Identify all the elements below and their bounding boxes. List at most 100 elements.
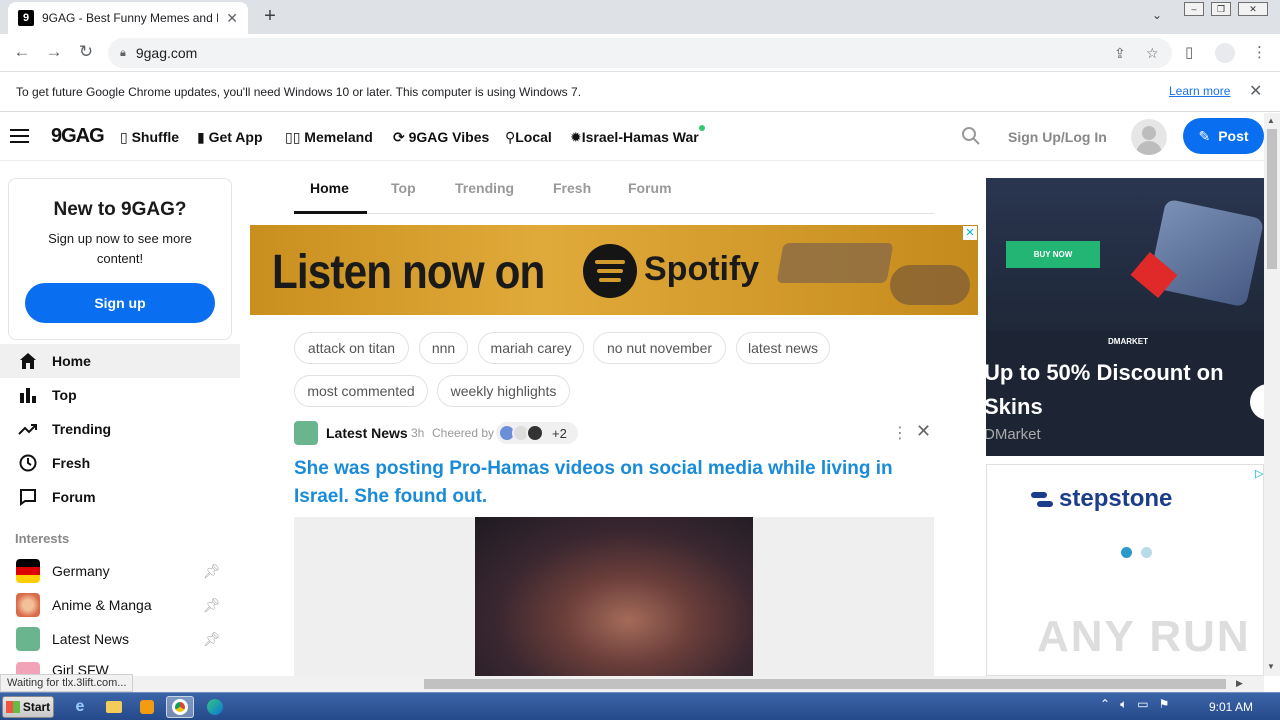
browser-toolbar: ← → ↻ 🔒︎ 9gag.com ⇪ ☆ ▯ ⋮ xyxy=(0,34,1280,72)
share-icon[interactable]: ⇪ xyxy=(1114,45,1126,62)
minimize-button[interactable]: – xyxy=(1184,2,1204,16)
more-options-icon[interactable]: ⋮ xyxy=(892,423,908,443)
cheer-avatars[interactable]: +2 xyxy=(496,422,578,444)
new-user-card: New to 9GAG? Sign up now to see more con… xyxy=(8,178,232,340)
pin-icon[interactable]: 📌︎ xyxy=(203,563,221,580)
post-title[interactable]: She was posting Pro-Hamas videos on soci… xyxy=(294,455,934,511)
edge-icon[interactable] xyxy=(201,696,229,718)
menu-kebab-icon[interactable]: ⋮ xyxy=(1252,43,1267,61)
window-close-button[interactable]: ✕ xyxy=(1238,2,1268,16)
sidebar-item-top[interactable]: Top xyxy=(0,378,240,412)
nav-shuffle[interactable]: ▯ Shuffle xyxy=(120,129,179,146)
chrome-icon[interactable] xyxy=(166,696,194,718)
stepstone-mark-icon xyxy=(1031,492,1053,507)
tab-close-icon[interactable]: ✕ xyxy=(226,10,238,27)
search-icon[interactable] xyxy=(961,126,981,146)
interest-latest-news[interactable]: Latest News 📌︎ xyxy=(0,622,240,656)
interests-heading: Interests xyxy=(15,531,70,546)
explorer-folder-icon[interactable] xyxy=(100,696,128,718)
nav-9gag-vibes[interactable]: ⟳ 9GAG Vibes xyxy=(393,129,489,146)
ad-close-icon[interactable]: ✕ xyxy=(963,226,977,240)
stepstone-logo: stepstone xyxy=(1031,485,1172,513)
pin-icon[interactable]: 📌︎ xyxy=(203,631,221,648)
tab-home[interactable]: Home xyxy=(310,180,349,196)
speaker-icon[interactable]: 🔈︎ xyxy=(1120,697,1127,712)
germany-flag-icon xyxy=(16,559,40,583)
sidebar-item-forum[interactable]: Forum xyxy=(0,480,240,514)
tag-chip[interactable]: nnn xyxy=(419,332,468,364)
flag-icon[interactable]: ⚑ xyxy=(1159,697,1170,712)
clock[interactable]: 9:01 AM xyxy=(1209,700,1253,714)
nav-get-app[interactable]: ▮ Get App xyxy=(197,129,263,146)
spotify-banner-ad[interactable]: Listen now on Spotify ✕ xyxy=(250,225,978,315)
post-time: 3h xyxy=(411,426,425,440)
tab-forum[interactable]: Forum xyxy=(628,180,672,196)
vertical-scrollbar[interactable]: ▲ ▼ xyxy=(1264,113,1280,676)
card-text: Sign up now to see more content! xyxy=(48,231,192,266)
tag-chip[interactable]: no nut november xyxy=(593,332,726,364)
tab-fresh[interactable]: Fresh xyxy=(553,180,591,196)
media-player-icon[interactable] xyxy=(133,696,161,718)
profile-icon[interactable] xyxy=(1215,43,1235,63)
tag-chip[interactable]: attack on titan xyxy=(294,332,409,364)
chat-icon xyxy=(18,488,38,506)
reload-icon[interactable]: ↻ xyxy=(75,42,97,62)
carousel-dot[interactable] xyxy=(1141,547,1152,558)
interest-girl-sfw[interactable]: Girl SFW xyxy=(0,656,240,674)
tag-chip[interactable]: latest news xyxy=(736,332,830,364)
tray-arrow-icon[interactable]: ⌃ xyxy=(1100,697,1110,712)
9gag-favicon-icon: 9 xyxy=(18,10,34,26)
address-bar[interactable]: 🔒︎ 9gag.com ⇪ ☆ xyxy=(108,38,1172,68)
adchoices-icon[interactable]: ▷ xyxy=(1255,467,1263,480)
scroll-up-icon[interactable]: ▲ xyxy=(1267,116,1275,125)
tag-chip[interactable]: most commented xyxy=(294,375,428,407)
forward-icon[interactable]: → xyxy=(43,42,65,62)
sidebar-item-fresh[interactable]: Fresh xyxy=(0,446,240,480)
post-section[interactable]: Latest News xyxy=(326,425,408,441)
ie-icon[interactable]: e xyxy=(66,696,94,718)
back-icon[interactable]: ← xyxy=(11,42,33,62)
new-tab-button[interactable]: + xyxy=(258,5,282,28)
sidebar-item-label: Fresh xyxy=(52,455,91,471)
post-button[interactable]: ✎ Post xyxy=(1183,118,1264,154)
browser-tab[interactable]: 9 9GAG - Best Funny Memes and Breaking N… xyxy=(8,2,248,34)
tab-top[interactable]: Top xyxy=(391,180,416,196)
carousel-dot-active[interactable] xyxy=(1121,547,1132,558)
infobar-close-icon[interactable]: ✕ xyxy=(1249,81,1262,101)
hide-post-icon[interactable]: ✕ xyxy=(916,421,931,442)
site-logo[interactable]: 9GAG xyxy=(51,125,105,148)
post-video[interactable] xyxy=(475,517,753,676)
pin-icon[interactable]: 📌︎ xyxy=(203,597,221,614)
learn-more-link[interactable]: Learn more xyxy=(1169,84,1230,98)
nav-memeland[interactable]: ▯▯ Memeland xyxy=(285,129,373,146)
tag-chip[interactable]: mariah carey xyxy=(478,332,584,364)
horizontal-scrollbar[interactable]: ▶ xyxy=(0,676,1264,692)
sidebar-item-home[interactable]: Home xyxy=(0,344,240,378)
side-panel-icon[interactable]: ▯ xyxy=(1185,43,1193,61)
bookmark-star-icon[interactable]: ☆ xyxy=(1146,45,1159,62)
scroll-thumb[interactable] xyxy=(424,679,1226,689)
tab-search-chevron-icon[interactable]: ⌄ xyxy=(1152,8,1162,22)
network-icon[interactable]: ▭ xyxy=(1137,697,1148,712)
tag-chip[interactable]: weekly highlights xyxy=(437,375,570,407)
post-button-label: Post xyxy=(1218,128,1249,144)
tab-trending[interactable]: Trending xyxy=(455,180,514,196)
nav-israel-hamas-war[interactable]: ✹Israel-Hamas War xyxy=(570,129,699,146)
scroll-down-icon[interactable]: ▼ xyxy=(1267,662,1275,671)
nav-local[interactable]: ⚲Local xyxy=(505,129,552,146)
interest-anime-manga[interactable]: Anime & Manga 📌︎ xyxy=(0,588,240,622)
signup-button[interactable]: Sign up xyxy=(25,283,215,323)
buy-now-button[interactable]: BUY NOW xyxy=(1006,241,1100,268)
sidebar-item-trending[interactable]: Trending xyxy=(0,412,240,446)
scroll-right-icon[interactable]: ▶ xyxy=(1236,678,1243,689)
interest-germany[interactable]: Germany 📌︎ xyxy=(0,554,240,588)
avatar[interactable] xyxy=(1131,119,1167,155)
start-button[interactable]: Start xyxy=(2,696,54,718)
post-media[interactable] xyxy=(294,517,934,676)
restore-button[interactable]: ❐ xyxy=(1211,2,1231,16)
hamburger-menu-icon[interactable] xyxy=(10,129,29,143)
active-tab-indicator xyxy=(294,211,367,214)
signup-login-link[interactable]: Sign Up/Log In xyxy=(1008,129,1107,145)
scroll-thumb[interactable] xyxy=(1267,129,1277,269)
dmarket-ad[interactable]: BUY NOW DMARKET Up to 50% Discount on Sk… xyxy=(986,178,1264,456)
